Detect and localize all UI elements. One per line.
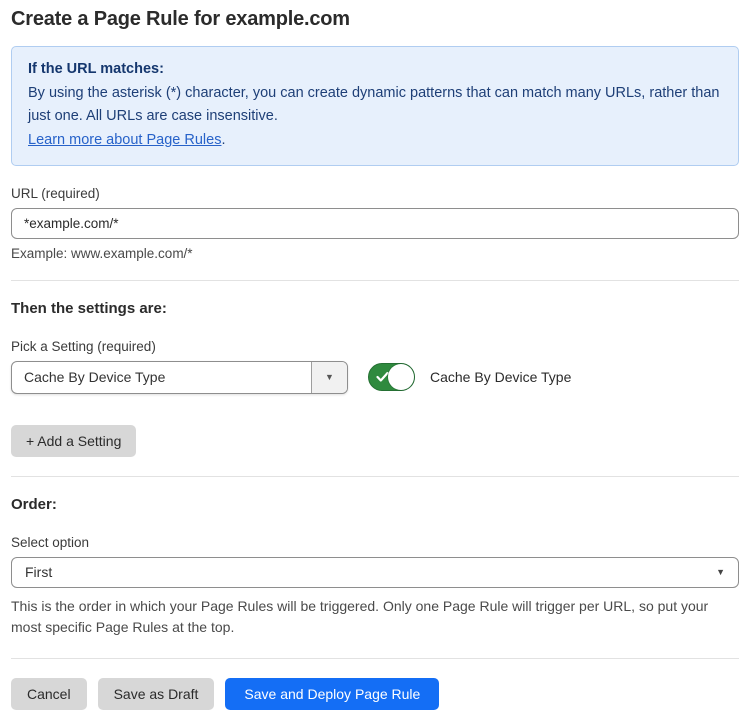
setting-select[interactable]: Cache By Device Type ▼ (11, 361, 348, 394)
cancel-button[interactable]: Cancel (11, 678, 87, 710)
chevron-down-icon: ▼ (716, 567, 725, 577)
pick-setting-label: Pick a Setting (required) (11, 339, 739, 354)
url-input[interactable] (11, 208, 739, 239)
info-box-link-line: Learn more about Page Rules. (28, 129, 722, 152)
learn-more-link[interactable]: Learn more about Page Rules (28, 132, 221, 148)
add-setting-button[interactable]: + Add a Setting (11, 425, 136, 457)
url-field-label: URL (required) (11, 186, 739, 201)
page-title: Create a Page Rule for example.com (11, 8, 739, 31)
divider (11, 658, 739, 659)
divider (11, 476, 739, 477)
divider (11, 280, 739, 281)
order-select-value: First (25, 564, 52, 580)
settings-section-heading: Then the settings are: (11, 300, 739, 317)
cache-by-device-type-toggle[interactable] (368, 363, 415, 391)
setting-select-value: Cache By Device Type (12, 362, 311, 393)
order-select-label: Select option (11, 535, 739, 550)
order-section-heading: Order: (11, 496, 739, 513)
info-box-body: By using the asterisk (*) character, you… (28, 82, 722, 128)
order-helper-text: This is the order in which your Page Rul… (11, 596, 731, 639)
info-box-heading: If the URL matches: (28, 58, 722, 81)
save-as-draft-button[interactable]: Save as Draft (98, 678, 215, 710)
toggle-label: Cache By Device Type (430, 369, 571, 385)
order-select[interactable]: First ▼ (11, 557, 739, 588)
save-and-deploy-button[interactable]: Save and Deploy Page Rule (225, 678, 439, 710)
toggle-knob (388, 364, 414, 390)
footer-actions: Cancel Save as Draft Save and Deploy Pag… (11, 678, 739, 710)
setting-row: Cache By Device Type ▼ Cache By Device T… (11, 361, 739, 394)
link-suffix: . (221, 132, 225, 148)
url-example-helper: Example: www.example.com/* (11, 246, 739, 261)
url-match-info-box: If the URL matches: By using the asteris… (11, 46, 739, 166)
create-page-rule-form: Create a Page Rule for example.com If th… (0, 0, 750, 710)
chevron-down-icon[interactable]: ▼ (311, 362, 347, 393)
